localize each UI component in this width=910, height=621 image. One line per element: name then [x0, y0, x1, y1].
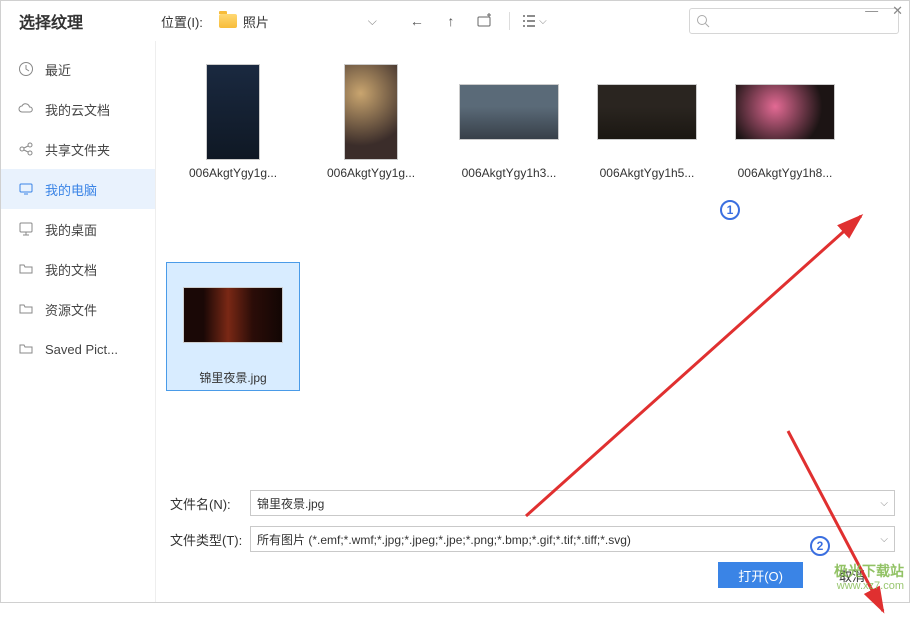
- filename-row: 文件名(N): 锦里夜景.jpg ⌵: [170, 490, 895, 516]
- sidebar-item-label: 我的桌面: [45, 220, 97, 239]
- toolbar-separator: [509, 12, 510, 30]
- thumb-image: [321, 64, 421, 160]
- nav-toolbar: ← ↑ ⌵: [403, 8, 548, 34]
- sidebar: 最近 我的云文档 共享文件夹 我的电脑 我的桌面 我的文档: [1, 41, 156, 602]
- thumb-image: [597, 64, 697, 160]
- file-thumb-selected[interactable]: 锦里夜景.jpg: [166, 262, 300, 391]
- file-name: 006AkgtYgy1g...: [171, 166, 295, 180]
- body: 最近 我的云文档 共享文件夹 我的电脑 我的桌面 我的文档: [1, 41, 909, 602]
- header: 选择纹理 位置(I): 照片 ⌵ ← ↑ ⌵ — ✕: [1, 1, 909, 41]
- chevron-down-icon: ⌵: [880, 534, 888, 545]
- window-controls: — ✕: [865, 3, 903, 19]
- up-button[interactable]: ↑: [437, 8, 465, 34]
- monitor-icon: [17, 180, 35, 198]
- filename-input[interactable]: 锦里夜景.jpg ⌵: [250, 490, 895, 516]
- view-mode-button[interactable]: ⌵: [520, 8, 548, 34]
- sidebar-item-label: 最近: [45, 60, 71, 79]
- sidebar-item-saved-pictures[interactable]: Saved Pict...: [1, 329, 155, 369]
- new-folder-button[interactable]: [471, 8, 499, 34]
- file-name: 006AkgtYgy1g...: [309, 166, 433, 180]
- folder-icon: [219, 14, 237, 28]
- sidebar-item-label: 我的电脑: [45, 180, 97, 199]
- list-icon: [521, 13, 537, 29]
- sidebar-item-cloud[interactable]: 我的云文档: [1, 89, 155, 129]
- sidebar-item-computer[interactable]: 我的电脑: [1, 169, 155, 209]
- close-button[interactable]: ✕: [892, 3, 903, 19]
- sidebar-item-label: 共享文件夹: [45, 140, 110, 159]
- desktop-icon: [17, 220, 35, 238]
- file-thumb[interactable]: 006AkgtYgy1h8...: [718, 59, 852, 185]
- thumb-image: [735, 64, 835, 160]
- file-name: 006AkgtYgy1h5...: [585, 166, 709, 180]
- filename-label: 文件名(N):: [170, 494, 250, 513]
- file-name: 006AkgtYgy1h3...: [447, 166, 571, 180]
- filetype-row: 文件类型(T): 所有图片 (*.emf;*.wmf;*.jpg;*.jpeg;…: [170, 526, 895, 552]
- dialog-title: 选择纹理: [11, 9, 161, 33]
- button-row: 打开(O) 取消: [170, 562, 895, 588]
- sidebar-item-label: 我的云文档: [45, 100, 110, 119]
- annotation-badge-1: 1: [720, 200, 740, 220]
- share-icon: [17, 140, 35, 158]
- sidebar-item-label: 资源文件: [45, 300, 97, 319]
- location-label: 位置(I):: [161, 12, 203, 31]
- annotation-badge-2: 2: [810, 536, 830, 556]
- thumb-image: [459, 64, 559, 160]
- filetype-label: 文件类型(T):: [170, 530, 250, 549]
- sidebar-item-shared[interactable]: 共享文件夹: [1, 129, 155, 169]
- cancel-button[interactable]: 取消: [819, 562, 885, 588]
- file-area[interactable]: 006AkgtYgy1g... 006AkgtYgy1g... 006AkgtY…: [156, 41, 909, 482]
- thumb-image: [183, 267, 283, 363]
- folder-outline-icon: [17, 300, 35, 318]
- location-folder: 照片: [243, 12, 269, 31]
- sidebar-item-label: 我的文档: [45, 260, 97, 279]
- filetype-value: 所有图片 (*.emf;*.wmf;*.jpg;*.jpeg;*.jpe;*.p…: [257, 531, 631, 548]
- file-thumb[interactable]: 006AkgtYgy1h3...: [442, 59, 576, 185]
- file-name: 锦里夜景.jpg: [171, 369, 295, 386]
- bottom-panel: 文件名(N): 锦里夜景.jpg ⌵ 文件类型(T): 所有图片 (*.emf;…: [156, 482, 909, 602]
- file-dialog: 选择纹理 位置(I): 照片 ⌵ ← ↑ ⌵ — ✕: [0, 0, 910, 603]
- file-thumb[interactable]: 006AkgtYgy1h5...: [580, 59, 714, 185]
- thumb-image: [183, 64, 283, 160]
- file-thumb[interactable]: 006AkgtYgy1g...: [304, 59, 438, 185]
- chevron-down-icon: ⌵: [880, 498, 888, 509]
- search-icon: [696, 14, 710, 28]
- filetype-select[interactable]: 所有图片 (*.emf;*.wmf;*.jpg;*.jpeg;*.jpe;*.p…: [250, 526, 895, 552]
- new-folder-icon: [477, 13, 493, 29]
- file-name: 006AkgtYgy1h8...: [723, 166, 847, 180]
- file-thumb[interactable]: 006AkgtYgy1g...: [166, 59, 300, 185]
- chevron-down-icon: ⌵: [539, 16, 547, 27]
- location-select[interactable]: 照片 ⌵: [213, 8, 383, 34]
- back-button[interactable]: ←: [403, 8, 431, 34]
- main: 006AkgtYgy1g... 006AkgtYgy1g... 006AkgtY…: [156, 41, 909, 602]
- sidebar-item-desktop[interactable]: 我的桌面: [1, 209, 155, 249]
- filename-value: 锦里夜景.jpg: [257, 495, 324, 512]
- sidebar-item-recent[interactable]: 最近: [1, 49, 155, 89]
- sidebar-item-documents[interactable]: 我的文档: [1, 249, 155, 289]
- clock-icon: [17, 60, 35, 78]
- folder-outline-icon: [17, 260, 35, 278]
- minimize-button[interactable]: —: [865, 3, 878, 19]
- sidebar-item-label: Saved Pict...: [45, 342, 118, 357]
- open-button[interactable]: 打开(O): [718, 562, 803, 588]
- sidebar-item-resources[interactable]: 资源文件: [1, 289, 155, 329]
- folder-outline-icon: [17, 340, 35, 358]
- cloud-icon: [17, 100, 35, 118]
- chevron-down-icon: ⌵: [368, 14, 377, 29]
